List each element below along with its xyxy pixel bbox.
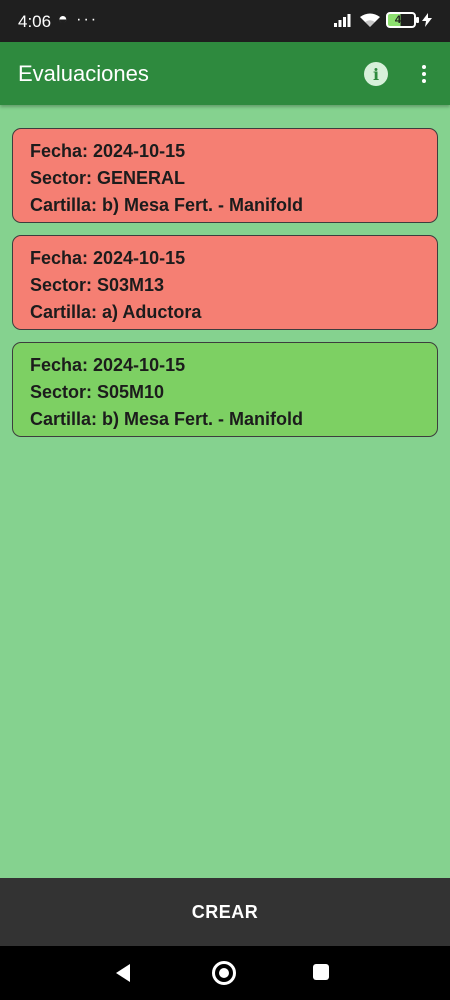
evaluation-sector: Sector: S03M13 <box>30 275 165 295</box>
info-icon[interactable]: i <box>364 62 388 86</box>
evaluation-card[interactable]: Fecha: 2024-10-15 Sector: S05M10 Cartill… <box>12 342 438 437</box>
system-nav-bar <box>0 946 450 1000</box>
evaluation-cartilla: Cartilla: b) Mesa Fert. - Manifold <box>30 195 304 215</box>
evaluation-list: Fecha: 2024-10-15 Sector: GENERAL Cartil… <box>12 128 438 449</box>
evaluation-date: Fecha: 2024-10-15 <box>30 248 186 268</box>
menu-dot <box>422 79 426 83</box>
evaluation-cartilla: Cartilla: b) Mesa Fert. - Manifold <box>30 409 304 429</box>
evaluation-sector: Sector: GENERAL <box>30 168 186 188</box>
wifi-icon <box>360 13 380 27</box>
signal-icon <box>334 14 351 27</box>
status-right-group: 48 <box>334 12 432 28</box>
evaluation-card[interactable]: Fecha: 2024-10-15 Sector: GENERAL Cartil… <box>12 128 438 223</box>
create-button-label: CREAR <box>191 901 259 922</box>
charging-icon <box>422 13 432 27</box>
status-bar: 4:06 ◓ ··· 48 <box>0 0 450 42</box>
evaluation-date: Fecha: 2024-10-15 <box>30 355 186 375</box>
status-time: 4:06 <box>18 12 52 31</box>
evaluation-cartilla: Cartilla: a) Aductora <box>30 302 202 322</box>
battery-level: 48 <box>394 14 408 26</box>
back-icon[interactable] <box>116 964 130 982</box>
notification-icons: ◓ ··· <box>58 11 99 28</box>
home-icon-inner <box>219 968 229 978</box>
recents-icon[interactable] <box>313 964 329 980</box>
app-screen: 4:06 ◓ ··· 48 Evaluaciones i Fecha: 2024… <box>0 0 450 1000</box>
menu-dot <box>422 72 426 76</box>
battery-icon: 48 <box>386 12 419 28</box>
page-title: Evaluaciones <box>18 61 149 86</box>
more-options-icon[interactable] <box>414 60 434 88</box>
evaluation-date: Fecha: 2024-10-15 <box>30 141 186 161</box>
app-bar: Evaluaciones i <box>0 42 450 105</box>
evaluation-sector: Sector: S05M10 <box>30 382 165 402</box>
evaluation-card[interactable]: Fecha: 2024-10-15 Sector: S03M13 Cartill… <box>12 235 438 330</box>
menu-dot <box>422 65 426 69</box>
create-button[interactable]: CREAR <box>0 878 450 946</box>
home-icon[interactable] <box>212 961 236 985</box>
